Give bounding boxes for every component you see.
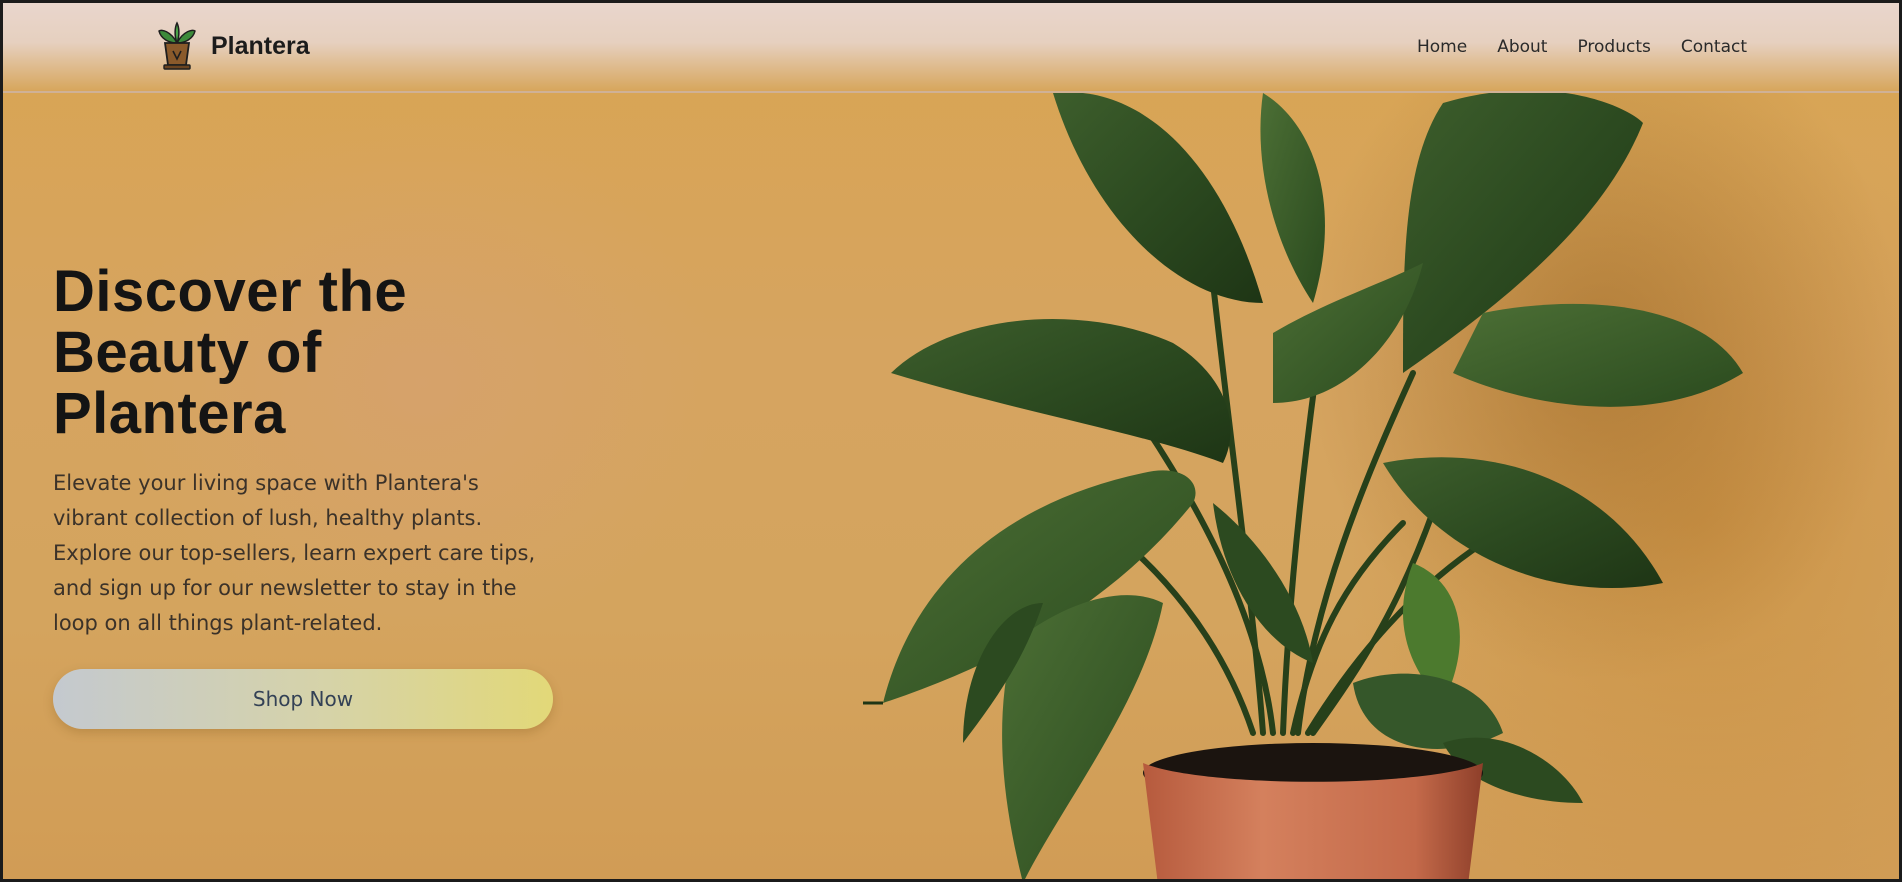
page: Plantera Home About Products Contact Dis… (0, 0, 1902, 882)
hero-description-line: and sign up for our newsletter to stay i… (53, 576, 517, 600)
brand-name: Plantera (211, 31, 310, 60)
nav-link-about[interactable]: About (1497, 37, 1547, 57)
hero-title-line: Plantera (53, 381, 286, 446)
hero-title-line: Beauty of (53, 320, 322, 385)
hero-description-line: Explore our top-sellers, learn expert ca… (53, 541, 536, 565)
nav-link-products[interactable]: Products (1577, 37, 1650, 57)
shop-now-button[interactable]: Shop Now (53, 669, 553, 729)
hero-title: Discover the Beauty of Plantera (53, 261, 573, 444)
main-nav: Home About Products Contact (1417, 37, 1747, 57)
hero-description-line: Elevate your living space with Plantera'… (53, 471, 479, 495)
nav-link-contact[interactable]: Contact (1681, 37, 1747, 57)
hero-description-line: vibrant collection of lush, healthy plan… (53, 506, 483, 530)
hero-section: Discover the Beauty of Plantera Elevate … (53, 261, 573, 641)
site-header: Plantera Home About Products Contact (3, 3, 1899, 93)
nav-link-home[interactable]: Home (1417, 37, 1467, 57)
brand[interactable]: Plantera (157, 21, 310, 71)
potted-plant-icon (158, 21, 196, 70)
hero-title-line: Discover the (53, 259, 408, 324)
hero-description: Elevate your living space with Plantera'… (53, 466, 553, 641)
potted-plant-photo (863, 43, 1899, 879)
hero-description-line: loop on all things plant-related. (53, 611, 383, 635)
